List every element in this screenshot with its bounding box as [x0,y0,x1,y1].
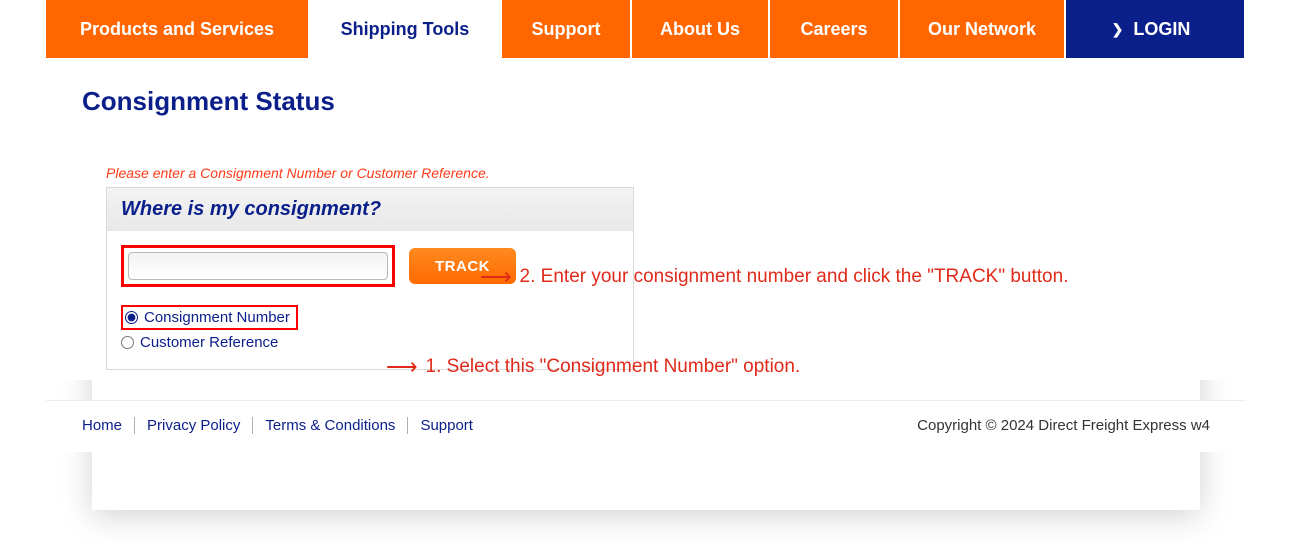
nav-about-us[interactable]: About Us [632,0,770,58]
radio-consignment-highlight: Consignment Number [121,305,298,330]
footer-privacy-link[interactable]: Privacy Policy [135,417,253,434]
nav-our-network[interactable]: Our Network [900,0,1066,58]
nav-products-and-services[interactable]: Products and Services [46,0,310,58]
footer-links: Home Privacy Policy Terms & Conditions S… [82,417,485,434]
annotation-step-1: ⟶ 1. Select this "Consignment Number" op… [386,356,800,378]
nav-login[interactable]: ❯ LOGIN [1066,0,1246,58]
footer: Home Privacy Policy Terms & Conditions S… [46,400,1246,452]
track-box-header: Where is my consignment? [107,188,633,231]
radio-reference-label: Customer Reference [140,334,278,351]
radio-consignment-number[interactable]: Consignment Number [125,309,290,326]
page-title: Consignment Status [82,86,1210,117]
nav-shipping-tools[interactable]: Shipping Tools [310,0,502,58]
radio-consignment-label: Consignment Number [144,309,290,326]
chevron-right-icon: ❯ [1112,21,1124,38]
radio-customer-reference[interactable]: Customer Reference [121,334,619,351]
track-box-body: TRACK Consignment Number Customer Refere… [107,231,633,369]
nav-support[interactable]: Support [502,0,632,58]
track-box-heading: Where is my consignment? [121,198,381,220]
instruction-text: Please enter a Consignment Number or Cus… [106,165,1210,181]
annotation-step-2: ⟶ 2. Enter your consignment number and c… [480,266,1068,288]
footer-home-link[interactable]: Home [82,417,135,434]
content-area: Consignment Status Please enter a Consig… [46,58,1246,380]
annotation-step-1-text: 1. Select this "Consignment Number" opti… [426,356,801,378]
radio-consignment-input[interactable] [125,311,138,324]
main-nav: Products and Services Shipping Tools Sup… [46,0,1246,58]
consignment-number-input[interactable] [128,252,388,280]
footer-support-link[interactable]: Support [408,417,485,434]
input-highlight-box [121,245,395,287]
arrow-right-icon: ⟶ [386,356,418,378]
radio-reference-input[interactable] [121,336,134,349]
nav-login-label: LOGIN [1133,19,1190,40]
annotation-step-2-text: 2. Enter your consignment number and cli… [520,266,1069,288]
footer-terms-link[interactable]: Terms & Conditions [253,417,408,434]
arrow-right-icon: ⟶ [480,266,512,288]
footer-copyright: Copyright © 2024 Direct Freight Express … [917,417,1210,434]
nav-careers[interactable]: Careers [770,0,900,58]
page-wrap: Products and Services Shipping Tools Sup… [46,0,1246,452]
